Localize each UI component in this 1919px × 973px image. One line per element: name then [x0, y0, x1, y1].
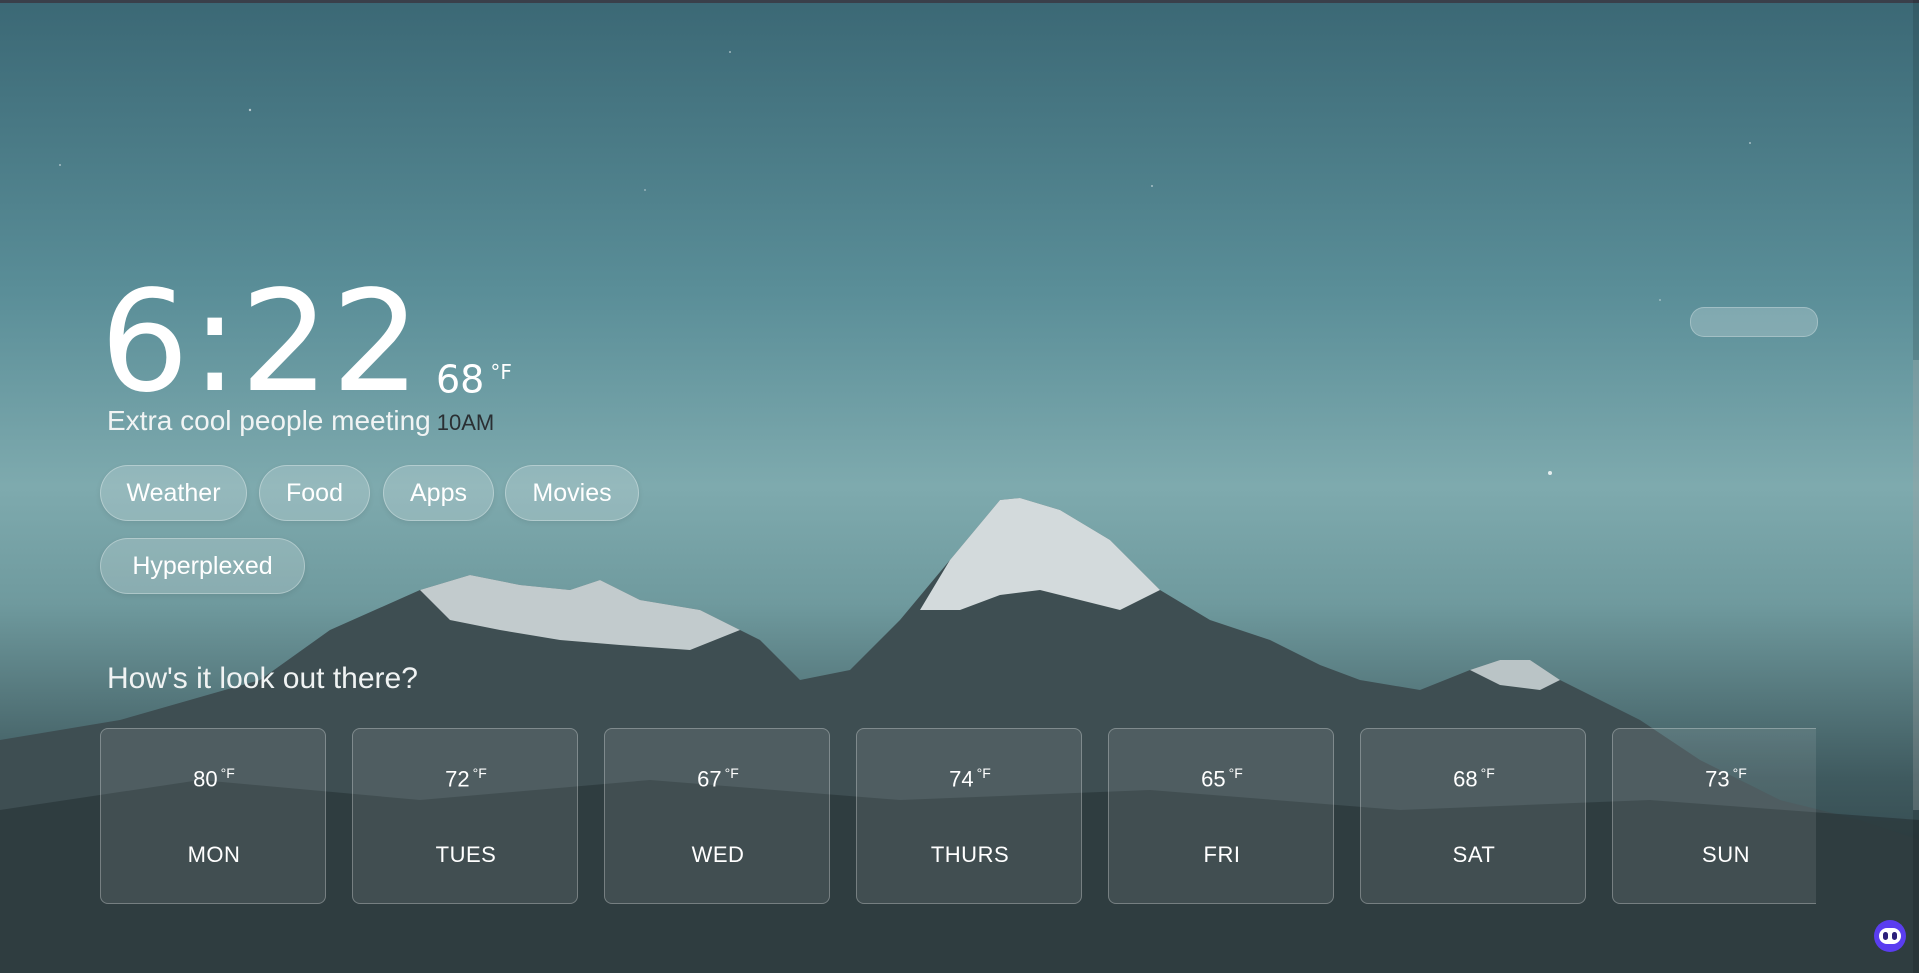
forecast-temp-value: 74 [949, 766, 974, 792]
forecast-temp-unit: °F [220, 765, 235, 781]
assistant-bot-icon[interactable] [1874, 920, 1906, 952]
forecast-card-thurs[interactable]: 74 °F THURS [856, 728, 1082, 904]
forecast-day: FRI [1203, 842, 1241, 867]
forecast-day: THURS [930, 842, 1010, 867]
forecast-temp-unit: °F [976, 765, 991, 781]
forecast-temp: 73 °F [1613, 765, 1816, 792]
forecast-card-fri[interactable]: 65 °F FRI [1108, 728, 1334, 904]
link-apps-button[interactable]: Apps [383, 465, 494, 521]
assistant-eye-right [1892, 932, 1897, 940]
forecast-temp: 67 °F [605, 765, 831, 792]
event-title: Extra cool people meeting [107, 405, 431, 436]
upcoming-event: Extra cool people meeting 10AM [107, 405, 494, 437]
forecast-card-sat[interactable]: 68 °F SAT [1360, 728, 1586, 904]
link-weather-button[interactable]: Weather [100, 465, 247, 521]
forecast-day: TUES [435, 842, 497, 867]
forecast-temp-unit: °F [1480, 765, 1495, 781]
forecast-temp: 65 °F [1109, 765, 1335, 792]
forecast-temp-unit: °F [472, 765, 487, 781]
forecast-temp: 80 °F [101, 765, 327, 792]
forecast-card-wed[interactable]: 67 °F WED [604, 728, 830, 904]
forecast-day: SAT [1452, 842, 1496, 867]
forecast-temp-unit: °F [1732, 765, 1747, 781]
forecast-day: MON [187, 842, 241, 867]
forecast-card-mon[interactable]: 80 °F MON [100, 728, 326, 904]
assistant-eye-left [1883, 932, 1888, 940]
forecast-heading: How's it look out there? [107, 662, 418, 695]
forecast-temp-value: 73 [1705, 766, 1730, 792]
scrollbar-thumb[interactable] [1913, 360, 1919, 810]
forecast-list: 80 °F MON 72 °F TUES 67 °F WED 74 °F THURS 6… [100, 728, 1816, 906]
forecast-card-tues[interactable]: 72 °F TUES [352, 728, 578, 904]
forecast-temp-unit: °F [1228, 765, 1243, 781]
forecast-temp-unit: °F [724, 765, 739, 781]
current-temperature: 68 °F [436, 350, 512, 402]
event-time: 10AM [436, 410, 495, 435]
forecast-temp-value: 65 [1201, 766, 1226, 792]
forecast-temp: 72 °F [353, 765, 579, 792]
forecast-temp: 74 °F [857, 765, 1083, 792]
forecast-temp-value: 80 [193, 766, 218, 792]
search-bar[interactable] [1690, 307, 1818, 337]
current-temperature-value: 68 [436, 357, 485, 402]
forecast-temp-value: 68 [1453, 766, 1478, 792]
forecast-temp-value: 67 [697, 766, 722, 792]
link-hyperplexed-button[interactable]: Hyperplexed [100, 538, 305, 594]
forecast-day: WED [691, 842, 745, 867]
link-movies-button[interactable]: Movies [505, 465, 639, 521]
clock-time: 6:22 [100, 261, 423, 424]
assistant-face [1879, 928, 1901, 944]
link-food-button[interactable]: Food [259, 465, 370, 521]
current-temperature-unit: °F [490, 360, 512, 384]
forecast-temp: 68 °F [1361, 765, 1587, 792]
forecast-card-sun[interactable]: 73 °F SUN [1612, 728, 1816, 904]
forecast-day: SUN [1702, 842, 1750, 867]
forecast-temp-value: 72 [445, 766, 470, 792]
